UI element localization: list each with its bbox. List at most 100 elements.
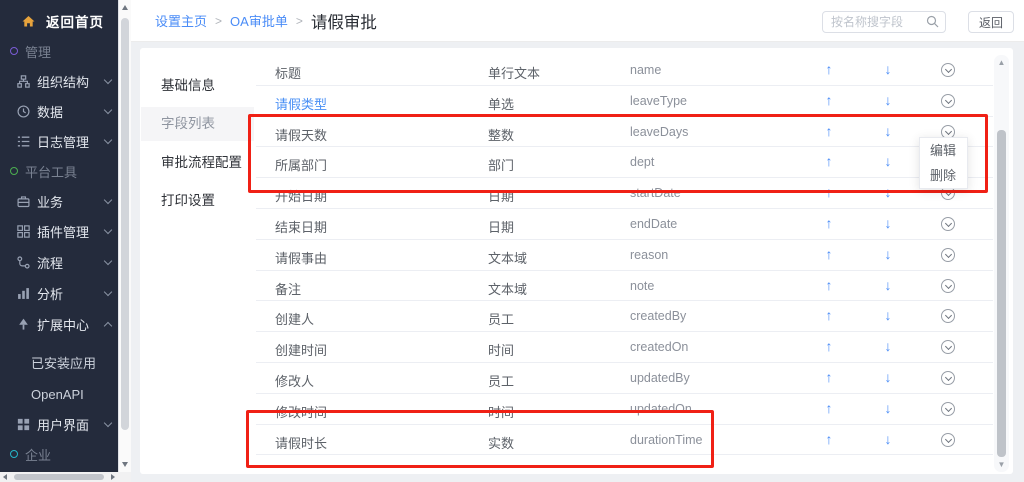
sidebar-item-org-structure[interactable]: 组织结构 (0, 71, 118, 91)
scroll-down-arrow-icon[interactable]: ▼ (994, 460, 1009, 469)
sidebar-horizontal-scrollbar[interactable] (0, 472, 118, 482)
scroll-up-arrow-icon[interactable] (122, 5, 128, 10)
more-circle-icon[interactable] (941, 340, 955, 354)
sidebar-item-label: 已安装应用 (31, 353, 96, 372)
down-arrow-icon[interactable]: ↓ (880, 184, 896, 200)
field-name: 开始日期 (275, 186, 327, 205)
field-type: 整数 (488, 125, 514, 144)
ui-grid-icon (17, 418, 30, 431)
down-arrow-icon[interactable]: ↓ (880, 215, 896, 231)
tab-approval-flow-config[interactable]: 审批流程配置 (141, 146, 254, 180)
sidebar-item-plugin-management[interactable]: 插件管理 (0, 221, 118, 241)
more-circle-icon[interactable] (941, 63, 955, 77)
table-row-updatedOn: 修改时间时间updatedOn↑↓ (256, 394, 993, 425)
content-scrollbar-thumb[interactable] (997, 130, 1006, 457)
field-name: 修改人 (275, 371, 314, 390)
field-name[interactable]: 请假类型 (275, 94, 327, 113)
sidebar-scrollbar-thumb[interactable] (121, 18, 129, 430)
up-arrow-icon[interactable]: ↑ (821, 215, 837, 231)
down-arrow-icon[interactable]: ↓ (880, 307, 896, 323)
down-arrow-icon[interactable]: ↓ (880, 369, 896, 385)
chevron-down-icon (104, 196, 112, 204)
more-circle-icon[interactable] (941, 248, 955, 262)
more-circle-icon[interactable] (941, 433, 955, 447)
search-input[interactable] (831, 15, 929, 29)
sidebar-item-user-interface[interactable]: 用户界面 (0, 414, 118, 434)
content-vertical-scrollbar[interactable]: ▲ ▼ (994, 55, 1009, 472)
sidebar-vertical-scrollbar[interactable] (118, 0, 131, 472)
more-circle-icon[interactable] (941, 217, 955, 231)
field-name: 所属部门 (275, 155, 327, 174)
sidebar-item-log-management[interactable]: 日志管理 (0, 131, 118, 151)
sidebar-item-workflow[interactable]: 流程 (0, 252, 118, 272)
field-search-box (822, 11, 946, 33)
breadcrumb-link[interactable]: OA审批单 (230, 11, 288, 30)
sidebar-group-enterprise[interactable]: 企业 (0, 444, 118, 464)
chevron-up-icon (104, 322, 112, 330)
sidebar-home-label: 返回首页 (46, 11, 104, 31)
up-arrow-icon[interactable]: ↑ (821, 153, 837, 169)
table-row-reason: 请假事由文本域reason↑↓ (256, 240, 993, 271)
more-circle-icon[interactable] (941, 371, 955, 385)
down-arrow-icon[interactable]: ↓ (880, 400, 896, 416)
table-row-dept: 所属部门部门dept↑↓ (256, 147, 993, 178)
up-arrow-icon[interactable]: ↑ (821, 184, 837, 200)
sidebar-hscrollbar-thumb[interactable] (14, 474, 104, 480)
delete-menu-item[interactable]: 删除 (920, 163, 967, 188)
breadcrumb-separator: > (296, 14, 303, 28)
down-arrow-icon[interactable]: ↓ (880, 431, 896, 447)
up-arrow-icon[interactable]: ↑ (821, 369, 837, 385)
field-key: dept (630, 155, 654, 169)
field-name: 标题 (275, 63, 301, 82)
sidebar-group-admin[interactable]: 管理 (0, 41, 118, 61)
sidebar-item-extension-center[interactable]: 扩展中心 (0, 314, 118, 334)
tab-field-list[interactable]: 字段列表 (141, 107, 254, 141)
scroll-left-arrow-icon[interactable] (3, 474, 7, 480)
field-name: 创建人 (275, 309, 314, 328)
down-arrow-icon[interactable]: ↓ (880, 277, 896, 293)
sidebar-group-platform-tools[interactable]: 平台工具 (0, 161, 118, 181)
sidebar-item-label: 平台工具 (25, 162, 77, 181)
down-arrow-icon[interactable]: ↓ (880, 338, 896, 354)
back-button[interactable]: 返回 (968, 11, 1014, 33)
sidebar-item-data[interactable]: 数据 (0, 101, 118, 121)
down-arrow-icon[interactable]: ↓ (880, 246, 896, 262)
sidebar-item-open-api[interactable]: OpenAPI (0, 384, 118, 404)
more-circle-icon[interactable] (941, 279, 955, 293)
scroll-up-arrow-icon[interactable]: ▲ (994, 58, 1009, 67)
tab-print-settings[interactable]: 打印设置 (141, 184, 254, 218)
up-arrow-icon[interactable]: ↑ (821, 338, 837, 354)
up-arrow-icon[interactable]: ↑ (821, 307, 837, 323)
up-arrow-icon[interactable]: ↑ (821, 92, 837, 108)
breadcrumb-link[interactable]: 设置主页 (155, 11, 207, 30)
sidebar-item-label: 管理 (25, 42, 51, 61)
up-arrow-icon[interactable]: ↑ (821, 61, 837, 77)
row-context-menu: 编辑删除 (919, 137, 968, 189)
scroll-down-arrow-icon[interactable] (122, 462, 128, 467)
sidebar-item-analysis[interactable]: 分析 (0, 283, 118, 303)
down-arrow-icon[interactable]: ↓ (880, 92, 896, 108)
up-arrow-icon[interactable]: ↑ (821, 277, 837, 293)
down-arrow-icon[interactable]: ↓ (880, 123, 896, 139)
up-arrow-icon[interactable]: ↑ (821, 431, 837, 447)
search-icon[interactable] (926, 15, 939, 28)
tab-basic-info[interactable]: 基础信息 (141, 69, 254, 103)
sidebar-item-business[interactable]: 业务 (0, 191, 118, 211)
down-arrow-icon[interactable]: ↓ (880, 153, 896, 169)
flow-icon (17, 256, 30, 269)
sidebar-home-button[interactable]: 返回首页 (0, 11, 118, 31)
field-name: 请假时长 (275, 433, 327, 452)
down-arrow-icon[interactable]: ↓ (880, 61, 896, 77)
sidebar-item-label: 分析 (37, 284, 63, 303)
chevron-down-icon (104, 76, 112, 84)
up-arrow-icon[interactable]: ↑ (821, 246, 837, 262)
scroll-right-arrow-icon[interactable] (111, 474, 115, 480)
edit-menu-item[interactable]: 编辑 (920, 138, 967, 163)
sidebar-item-installed-apps[interactable]: 已安装应用 (0, 352, 118, 372)
up-arrow-icon[interactable]: ↑ (821, 400, 837, 416)
up-arrow-icon[interactable]: ↑ (821, 123, 837, 139)
more-circle-icon[interactable] (941, 94, 955, 108)
more-circle-icon[interactable] (941, 402, 955, 416)
field-key: reason (630, 248, 668, 262)
more-circle-icon[interactable] (941, 309, 955, 323)
